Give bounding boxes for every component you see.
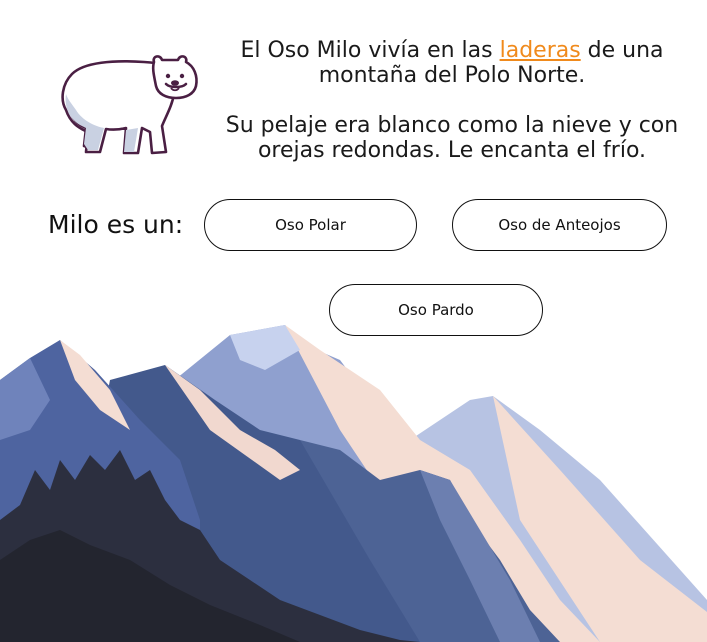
option-oso-de-anteojos-button[interactable]: Oso de Anteojos xyxy=(452,199,667,251)
story-line-1: El Oso Milo vivía en las laderas de una … xyxy=(240,38,664,88)
question-label: Milo es un: xyxy=(48,210,184,239)
option-oso-polar-button[interactable]: Oso Polar xyxy=(204,199,417,251)
option-oso-pardo-button[interactable]: Oso Pardo xyxy=(329,284,543,336)
polar-bear-illustration xyxy=(61,55,198,155)
scene: El Oso Milo vivía en las laderas de una … xyxy=(0,0,707,642)
story-line-2: Su pelaje era blanco como la nieve y con… xyxy=(225,113,679,163)
highlight-word-laderas[interactable]: laderas xyxy=(500,38,581,63)
story-text: El Oso Milo vivía en las laderas de una … xyxy=(222,38,682,163)
